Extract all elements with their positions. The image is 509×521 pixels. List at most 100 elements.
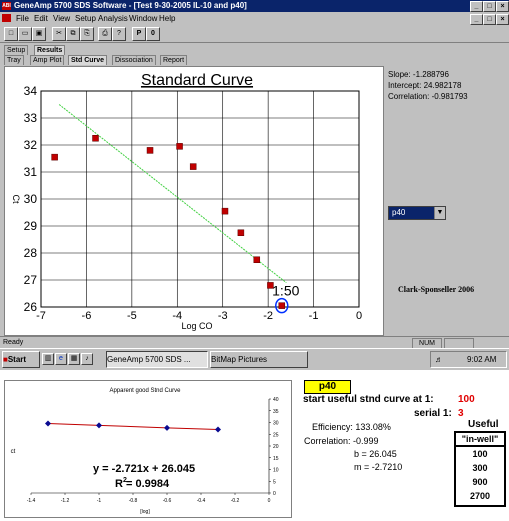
- data-point: [146, 147, 154, 154]
- window-title: GeneAmp 5700 SDS Software - [Test 9-30-2…: [14, 1, 247, 10]
- in-well-header: "in-well": [456, 433, 504, 447]
- doc-minimize-button[interactable]: _: [470, 14, 483, 25]
- x-tick-label: -1.2: [61, 498, 70, 504]
- task-bitmap[interactable]: BitMap Pictures: [210, 351, 308, 368]
- data-point: [189, 163, 197, 170]
- explorer-icon[interactable]: ▦: [68, 353, 80, 365]
- menu-bar: File Edit View Setup Analysis Window Hel…: [0, 12, 509, 25]
- task-geneamp[interactable]: GeneAmp 5700 SDS ...: [106, 351, 208, 368]
- tab-std-curve[interactable]: Std Curve: [68, 55, 108, 65]
- media-icon[interactable]: ♪: [81, 353, 93, 365]
- system-tray: ♬ 9:02 AM: [430, 351, 507, 368]
- detector-select[interactable]: p40 ▼: [388, 206, 446, 220]
- x-tick-label: 0: [268, 498, 271, 504]
- data-point: [253, 256, 261, 263]
- correlation-note: Correlation: -0.999: [304, 436, 379, 446]
- sub-y-axis-label: ct: [11, 449, 16, 455]
- y-tick-label: 32: [24, 138, 38, 152]
- excel-chart-panel: Apparent good Stnd Curve -1.4 -1.2 -1 -0.8 -0…: [4, 380, 292, 518]
- x-tick-label: -1: [309, 310, 319, 322]
- data-point: [221, 207, 229, 215]
- title-bar: ABI GeneAmp 5700 SDS Software - [Test 9-…: [0, 0, 509, 12]
- y-tick-label: 5: [273, 479, 276, 485]
- doc-close-button[interactable]: ×: [496, 14, 509, 25]
- y-tick-label: 40: [273, 397, 279, 403]
- chevron-down-icon[interactable]: ▼: [434, 207, 445, 219]
- copy-icon[interactable]: ⧉: [66, 27, 80, 41]
- data-point: [278, 302, 286, 309]
- standard-curve-chart: -7 -6 -5 -4 -3 -2 -1 0262728293031323334Standar…: [11, 72, 362, 331]
- x-tick-label: -3: [218, 310, 228, 322]
- y-tick-label: 30: [273, 421, 279, 427]
- help-icon[interactable]: ?: [112, 27, 126, 41]
- speaker-icon[interactable]: ♬: [435, 352, 443, 367]
- close-button[interactable]: ×: [496, 1, 509, 12]
- print-icon[interactable]: ⎙: [98, 27, 112, 41]
- tab-results[interactable]: Results: [34, 45, 66, 55]
- menu-help[interactable]: Help: [159, 13, 175, 24]
- maximize-button[interactable]: □: [483, 1, 496, 12]
- y-tick-label: 25: [273, 432, 279, 438]
- in-well-value: 100: [472, 449, 488, 459]
- detector-select-value: p40: [392, 208, 406, 217]
- x-tick-label: -6: [82, 310, 92, 322]
- paste-icon[interactable]: ⎘: [80, 27, 94, 41]
- y-tick-label: 15: [273, 456, 279, 462]
- data-point: [215, 426, 221, 433]
- in-well-value: 300: [472, 463, 488, 473]
- series-line: [47, 422, 219, 431]
- cut-icon[interactable]: ✂: [52, 27, 66, 41]
- std-curve-panel: -7 -6 -5 -4 -3 -2 -1 0 26 27 28 29 30 31 32 33 34 Standar…: [4, 66, 384, 336]
- x-tick-label: -7: [36, 310, 46, 322]
- menu-setup[interactable]: Setup: [75, 13, 96, 24]
- m-value: m = -2.7210: [354, 462, 403, 472]
- x-tick-label: -1: [97, 498, 102, 504]
- y-tick-label: 29: [24, 219, 38, 233]
- doc-maximize-button[interactable]: □: [483, 14, 496, 25]
- tab-amp-plot[interactable]: Amp Plot: [30, 55, 65, 65]
- menu-file[interactable]: File: [16, 13, 29, 24]
- chart-title: Standard Curve: [141, 72, 253, 89]
- new-icon[interactable]: □: [4, 27, 18, 41]
- x-tick-label: -2: [263, 310, 273, 322]
- data-point: [237, 229, 245, 236]
- app-icon: ABI: [2, 2, 11, 10]
- sub-chart-title: Apparent good Stnd Curve: [109, 388, 181, 394]
- sub-x-axis-label: [log]: [140, 509, 150, 515]
- y-tick-label: 30: [24, 192, 38, 206]
- in-well-table: "in-well" 100 300 900 2700: [454, 431, 506, 507]
- menu-window[interactable]: Window: [129, 13, 157, 24]
- menu-view[interactable]: View: [53, 13, 70, 24]
- menu-edit[interactable]: Edit: [34, 13, 48, 24]
- tab-dissociation[interactable]: Dissociation: [112, 55, 156, 65]
- y-tick-label: 20: [273, 444, 279, 450]
- in-well-value: 2700: [469, 491, 491, 501]
- x-tick-label: -1.4: [27, 498, 36, 504]
- browser-icon[interactable]: e: [55, 353, 67, 365]
- apparent-good-curve-chart: Apparent good Stnd Curve -1.4 -1.2 -1 -0.8 -0…: [11, 388, 279, 515]
- menu-analysis[interactable]: Analysis: [98, 13, 128, 24]
- p-button[interactable]: P: [132, 27, 146, 41]
- y-tick-label: 34: [24, 84, 38, 98]
- task-geneamp-label: GeneAmp 5700 SDS ...: [107, 355, 191, 364]
- b-value: b = 26.045: [354, 449, 397, 459]
- open-icon[interactable]: ▭: [18, 27, 32, 41]
- in-well-value: 900: [472, 477, 488, 487]
- y-tick-label: 27: [24, 273, 38, 287]
- serial-value: 3: [458, 408, 464, 419]
- tab-setup[interactable]: Setup: [4, 45, 29, 55]
- data-point: [176, 143, 183, 150]
- tab-tray[interactable]: Tray: [4, 55, 24, 65]
- equation-label: y = -2.721x + 26.045: [93, 463, 195, 475]
- y-tick-label: 0: [273, 491, 276, 497]
- data-point: [92, 135, 99, 142]
- x-tick-label: -0.8: [129, 498, 138, 504]
- save-icon[interactable]: ▣: [32, 27, 46, 41]
- useful-title: Useful: [468, 419, 499, 430]
- y-tick-label: 26: [24, 300, 38, 314]
- zero-button[interactable]: 0: [146, 27, 160, 41]
- start-button[interactable]: ■Start: [2, 351, 40, 368]
- minimize-button[interactable]: _: [470, 1, 483, 12]
- desktop-icon[interactable]: ▥: [42, 353, 54, 365]
- tab-report[interactable]: Report: [160, 55, 188, 65]
